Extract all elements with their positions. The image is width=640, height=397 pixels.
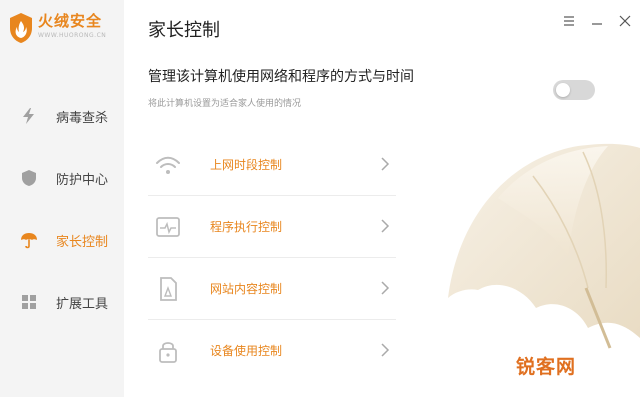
web-document-icon (160, 277, 177, 301)
flame-shield-icon (10, 13, 32, 43)
sidebar-item-label: 病毒查杀 (56, 110, 109, 126)
logo-subtitle: WWW.HUORONG.CN (38, 32, 107, 39)
list-item-label: 设备使用控制 (210, 344, 283, 358)
chevron-right-icon (381, 157, 390, 171)
umbrella-icon (21, 233, 37, 249)
list-item-internet-time-control[interactable]: 上网时段控制 (148, 134, 396, 196)
page-title: 家长控制 (148, 20, 220, 41)
close-icon[interactable] (618, 14, 632, 28)
minimize-icon[interactable] (590, 14, 604, 28)
watermark-text: 锐客网 (516, 356, 577, 378)
list-item-label: 上网时段控制 (210, 158, 283, 172)
logo-title: 火绒安全 (38, 12, 103, 30)
section-subheading: 将此计算机设置为适合家人使用的情况 (148, 99, 302, 109)
shield-icon (22, 170, 36, 186)
sidebar-item-label: 家长控制 (56, 234, 109, 250)
lock-icon (159, 342, 177, 363)
chevron-right-icon (381, 343, 390, 357)
lightning-icon (23, 108, 34, 124)
sidebar-item-protection-center[interactable]: 防护中心 (0, 160, 124, 196)
toggle-knob (556, 83, 570, 97)
list-item-website-content-control[interactable]: 网站内容控制 (148, 258, 396, 320)
sidebar: 火绒安全 WWW.HUORONG.CN 病毒查杀 防护中心 家长控制 扩展工具 (0, 0, 124, 397)
window-controls (562, 14, 632, 28)
sidebar-item-label: 防护中心 (56, 172, 109, 188)
sidebar-item-extension-tools[interactable]: 扩展工具 (0, 284, 124, 320)
sidebar-item-parental-control[interactable]: 家长控制 (0, 222, 124, 258)
app-logo: 火绒安全 WWW.HUORONG.CN (8, 12, 106, 44)
chevron-right-icon (381, 219, 390, 233)
grid-icon (22, 295, 36, 309)
list-item-device-usage-control[interactable]: 设备使用控制 (148, 320, 396, 382)
list-item-label: 网站内容控制 (210, 282, 283, 296)
list-item-program-execution-control[interactable]: 程序执行控制 (148, 196, 396, 258)
section-heading: 管理该计算机使用网络和程序的方式与时间 (148, 69, 414, 85)
sidebar-item-label: 扩展工具 (56, 296, 109, 312)
chevron-right-icon (381, 281, 390, 295)
sidebar-item-virus-scan[interactable]: 病毒查杀 (0, 98, 124, 134)
program-monitor-icon (156, 217, 180, 237)
menu-icon[interactable] (562, 14, 576, 28)
list-item-label: 程序执行控制 (210, 220, 283, 234)
wifi-icon (156, 156, 180, 174)
watermark: 锐客网 (516, 352, 576, 379)
parental-control-toggle[interactable] (553, 80, 595, 100)
